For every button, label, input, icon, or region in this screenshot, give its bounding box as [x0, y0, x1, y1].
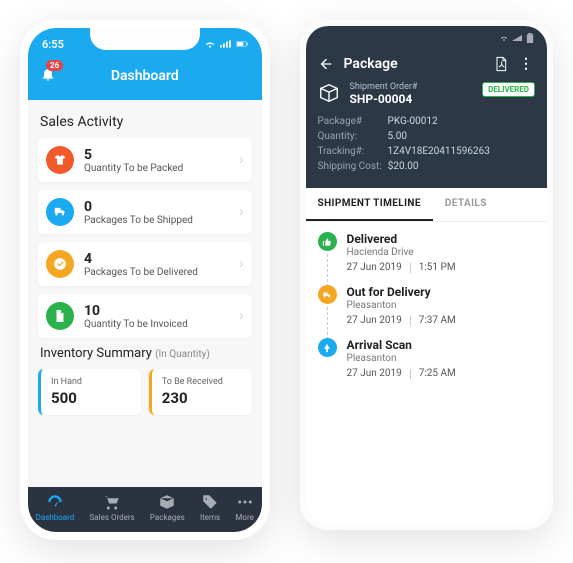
package-header: Package ⋮ Shipment Order# SHP-00004 DELI… [306, 50, 547, 188]
meta-label: Shipping Cost: [318, 161, 382, 172]
package-meta: Package# PKG-00012 Quantity: 5.00 Tracki… [318, 116, 535, 172]
tab-dashboard[interactable]: Dashboard [36, 493, 75, 522]
shipment-order-number: SHP-00004 [350, 92, 473, 106]
chevron-right-icon: › [239, 256, 243, 272]
check-circle-icon [46, 250, 74, 278]
inv-label: To Be Received [162, 377, 242, 387]
box-icon [318, 82, 340, 104]
iphone-notch [90, 28, 200, 50]
card-label: Quantity To be Invoiced [84, 319, 239, 330]
meta-label: Package# [318, 116, 382, 127]
arrow-icon [318, 338, 337, 357]
sales-activity-title: Sales Activity [40, 114, 250, 130]
timeline-location: Pleasanton [347, 353, 535, 364]
meta-value: 5.00 [388, 131, 408, 142]
inventory-summary-title: Inventory Summary (In Quantity) [40, 346, 250, 361]
signal-icon [512, 33, 522, 43]
back-icon[interactable] [318, 56, 334, 72]
sales-card-delivered[interactable]: 4 Packages To be Delivered › [38, 242, 252, 286]
battery-icon [236, 39, 248, 49]
document-icon [46, 302, 74, 330]
tab-items[interactable]: Items [200, 493, 220, 522]
status-badge: DELIVERED [482, 82, 535, 97]
tshirt-icon [46, 146, 74, 174]
overflow-menu-icon[interactable]: ⋮ [519, 56, 535, 72]
timeline-location: Pleasanton [347, 300, 535, 311]
meta-value: PKG-00012 [388, 116, 438, 127]
card-label: Packages To be Shipped [84, 215, 239, 226]
meta-value: $20.00 [388, 161, 419, 172]
card-label: Quantity To be Packed [84, 163, 239, 174]
sales-card-shipped[interactable]: 0 Packages To be Shipped › [38, 190, 252, 234]
tab-packages[interactable]: Packages [150, 493, 185, 522]
shipment-order-label: Shipment Order# [350, 82, 473, 92]
chevron-right-icon: › [239, 204, 243, 220]
package-icon [158, 493, 176, 511]
tag-icon [201, 493, 219, 511]
timeline-title: Delivered [347, 232, 535, 246]
status-time: 6:55 [42, 38, 64, 51]
status-bar [306, 26, 547, 50]
timeline-time: 1:51 PM [419, 262, 456, 273]
meta-label: Quantity: [318, 131, 382, 142]
sales-card-invoiced[interactable]: 10 Quantity To be Invoiced › [38, 294, 252, 338]
timeline-title: Out for Delivery [347, 285, 535, 299]
battery-icon [525, 33, 535, 43]
shipment-timeline: Delivered Hacienda Drive 27 Jun 2019 1:5… [306, 222, 547, 524]
notifications-button[interactable]: 26 [40, 66, 56, 86]
inv-value: 230 [162, 389, 242, 407]
tab-more[interactable]: More [235, 493, 253, 522]
timeline-date: 27 Jun 2019 [347, 315, 402, 326]
timeline-title: Arrival Scan [347, 338, 535, 352]
timeline-location: Hacienda Drive [347, 247, 535, 258]
sales-card-packed[interactable]: 5 Quantity To be Packed › [38, 138, 252, 182]
timeline-date: 27 Jun 2019 [347, 262, 402, 273]
tab-shipment-timeline[interactable]: SHIPMENT TIMELINE [306, 188, 433, 221]
truck-icon [318, 285, 337, 304]
card-value: 5 [84, 147, 239, 163]
cart-icon [103, 493, 121, 511]
pdf-icon[interactable] [493, 56, 509, 72]
chevron-right-icon: › [239, 308, 243, 324]
card-value: 4 [84, 251, 239, 267]
more-icon [236, 493, 254, 511]
wifi-icon [204, 39, 216, 49]
page-title: Package [344, 56, 483, 72]
timeline-time: 7:25 AM [419, 368, 456, 379]
timeline-item: Arrival Scan Pleasanton 27 Jun 2019 7:25… [318, 338, 535, 391]
wifi-icon [499, 33, 509, 43]
tab-bar: Dashboard Sales Orders Packages Items Mo… [28, 487, 262, 532]
chevron-right-icon: › [239, 152, 243, 168]
card-label: Packages To be Delivered [84, 267, 239, 278]
timeline-date: 27 Jun 2019 [347, 368, 402, 379]
app-header: 26 Dashboard [28, 60, 262, 100]
thumbs-up-icon [318, 232, 337, 251]
truck-icon [46, 198, 74, 226]
tab-sales-orders[interactable]: Sales Orders [90, 493, 135, 522]
pixel-frame: Package ⋮ Shipment Order# SHP-00004 DELI… [300, 20, 553, 530]
card-value: 10 [84, 303, 239, 319]
iphone-frame: 6:55 26 Dashboard Sales Activity [20, 20, 270, 540]
inventory-in-hand[interactable]: In Hand 500 [38, 369, 141, 415]
page-title: Dashboard [56, 68, 234, 84]
tab-details[interactable]: DETAILS [433, 188, 499, 221]
gauge-icon [46, 493, 64, 511]
meta-value: 1Z4V18E20411596263 [388, 146, 490, 157]
timeline-time: 7:37 AM [419, 315, 456, 326]
inv-label: In Hand [51, 377, 131, 387]
inventory-to-receive[interactable]: To Be Received 230 [149, 369, 252, 415]
inv-value: 500 [51, 389, 131, 407]
status-icons [204, 39, 248, 49]
package-tabs: SHIPMENT TIMELINE DETAILS [306, 188, 547, 222]
card-value: 0 [84, 199, 239, 215]
inventory-unit: (In Quantity) [155, 349, 210, 360]
notification-badge: 26 [46, 60, 63, 71]
signal-icon [220, 39, 232, 49]
timeline-item: Out for Delivery Pleasanton 27 Jun 2019 … [318, 285, 535, 338]
timeline-item: Delivered Hacienda Drive 27 Jun 2019 1:5… [318, 232, 535, 285]
meta-label: Tracking#: [318, 146, 382, 157]
dashboard-content: Sales Activity 5 Quantity To be Packed ›… [28, 100, 262, 487]
